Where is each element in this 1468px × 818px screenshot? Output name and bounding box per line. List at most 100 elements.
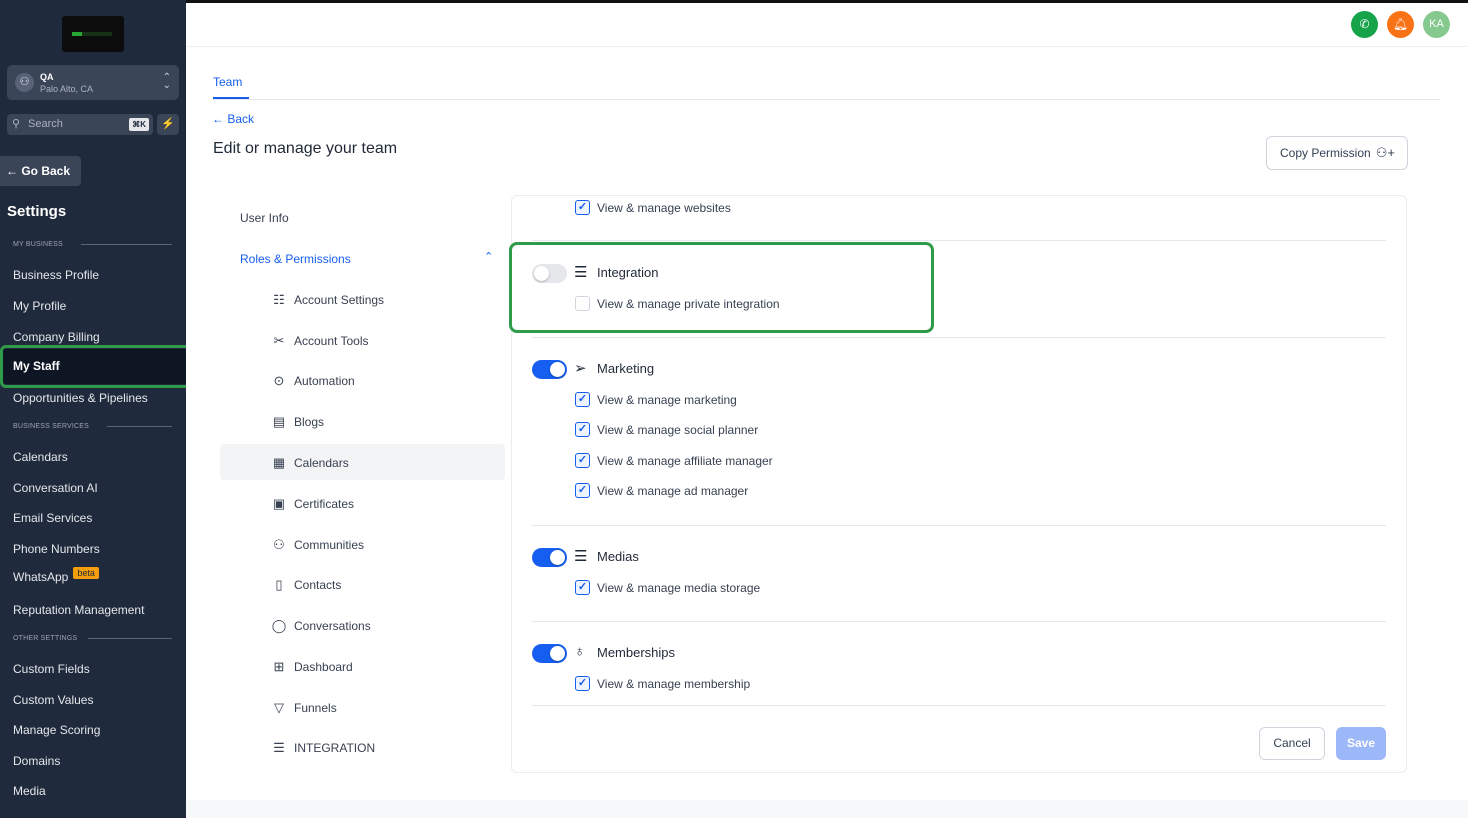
sidebar-item-phone-numbers[interactable]: Phone Numbers — [13, 542, 100, 556]
topbar: ✆ 🔔︎ KA — [186, 3, 1468, 47]
group-divider — [532, 240, 1386, 241]
nav-label: Automation — [294, 374, 355, 388]
search-shortcut: ⌘K — [129, 118, 149, 131]
nav-selected-background — [220, 444, 505, 480]
group-divider — [532, 705, 1386, 706]
page-title: Edit or manage your team — [213, 140, 398, 157]
nav-label: Account Tools — [294, 334, 369, 348]
nav-account-settings[interactable]: ☷ Account Settings — [273, 292, 384, 307]
main-content: Team ← Back Edit or manage your team Cop… — [186, 47, 1468, 818]
nav-communities[interactable]: ⚇ Communities — [273, 537, 365, 552]
highlight-box-integration — [509, 242, 934, 333]
toggle-memberships[interactable] — [532, 644, 567, 663]
checkbox-ad-manager[interactable]: ✓ — [575, 483, 590, 498]
tab-team[interactable]: Team — [213, 75, 242, 89]
checkbox-social-planner[interactable]: ✓ — [575, 422, 590, 437]
chevron-updown-icon: ⌃ ⌄ — [162, 72, 171, 91]
highlight-box-my-staff — [0, 345, 205, 388]
checkbox-affiliate-manager[interactable]: ✓ — [575, 453, 590, 468]
group-divider — [532, 525, 1386, 526]
permission-label: View & manage social planner — [597, 423, 759, 437]
save-button[interactable]: Save — [1336, 727, 1386, 760]
tab-bar-divider — [213, 99, 1440, 100]
sidebar-item-whatsapp[interactable]: WhatsApp beta — [13, 567, 99, 584]
nav-calendars[interactable]: ▦ Calendars — [273, 455, 349, 470]
checkbox-marketing[interactable]: ✓ — [575, 392, 590, 407]
back-link[interactable]: ← Back — [212, 112, 254, 126]
sidebar: ⚇ QA Palo Alto, CA ⌃ ⌄ ⚲ Search ⌘K ⚡ ← Go… — [0, 0, 202, 818]
checkbox-media-storage[interactable]: ✓ — [575, 580, 590, 595]
sidebar-item-calendars[interactable]: Calendars — [13, 450, 68, 464]
nav-user-info[interactable]: User Info — [240, 211, 289, 225]
sidebar-item-email-services[interactable]: Email Services — [13, 511, 92, 525]
group-divider — [532, 621, 1386, 622]
sidebar-item-domains[interactable]: Domains — [13, 754, 60, 768]
group-title-medias: Medias — [597, 549, 639, 564]
group-title-marketing: Marketing — [597, 361, 655, 376]
sidebar-item-business-profile[interactable]: Business Profile — [13, 268, 99, 282]
phone-icon[interactable]: ✆ — [1351, 11, 1378, 38]
nav-funnels[interactable]: ▽ Funnels — [274, 700, 337, 715]
nav-label: INTEGRATION — [294, 741, 376, 755]
cancel-button[interactable]: Cancel — [1259, 727, 1325, 760]
nav-certificates[interactable]: ▣ Certificates — [273, 496, 355, 511]
permission-label: View & manage websites — [597, 201, 731, 215]
location-address: Palo Alto, CA — [40, 84, 94, 94]
nav-account-tools[interactable]: ✂ Account Tools — [274, 333, 369, 348]
chat-bubble-icon: ◯ — [271, 618, 287, 633]
grid-icon: ⊞ — [273, 659, 285, 674]
sidebar-item-custom-values[interactable]: Custom Values — [13, 693, 93, 707]
search-icon: ⚲ — [12, 118, 21, 130]
location-name: QA — [40, 72, 54, 82]
beta-badge: beta — [73, 567, 99, 579]
sidebar-item-manage-scoring[interactable]: Manage Scoring — [13, 723, 100, 737]
quick-action-bolt-icon[interactable]: ⚡ — [157, 114, 179, 135]
go-back-button[interactable]: ← Go Back — [0, 156, 81, 186]
sidebar-item-reputation[interactable]: Reputation Management — [13, 603, 144, 617]
toggle-marketing[interactable] — [532, 360, 567, 379]
list-icon: ☰ — [273, 740, 285, 755]
toggle-medias[interactable] — [532, 548, 567, 567]
tab-active-indicator — [213, 97, 249, 99]
users-icon: ⚇ — [273, 537, 285, 552]
nav-conversations[interactable]: ◯ Conversations — [272, 618, 371, 633]
permission-label: View & manage media storage — [597, 581, 761, 595]
calendar-icon: ▦ — [272, 455, 286, 470]
logo — [62, 16, 124, 52]
sidebar-item-conversation-ai[interactable]: Conversation AI — [13, 481, 98, 495]
nav-integration[interactable]: ☰ INTEGRATION — [273, 740, 376, 755]
sidebar-item-my-profile[interactable]: My Profile — [13, 299, 66, 313]
bell-icon[interactable]: 🔔︎ — [1387, 11, 1414, 38]
sidebar-item-custom-fields[interactable]: Custom Fields — [13, 662, 90, 676]
copy-permission-button[interactable]: Copy Permission ⚇+ — [1266, 136, 1408, 170]
settings-sliders-icon: ☷ — [273, 292, 285, 307]
nav-automation[interactable]: ⊙ Automation — [274, 373, 355, 388]
nav-roles-permissions[interactable]: Roles & Permissions — [240, 252, 351, 266]
sidebar-item-opportunities[interactable]: Opportunities & Pipelines — [13, 391, 148, 405]
award-icon: ♁ — [574, 643, 586, 660]
checkbox-websites[interactable]: ✓ — [575, 200, 590, 215]
permission-label: View & manage affiliate manager — [597, 454, 773, 468]
search-placeholder: Search — [28, 118, 63, 130]
search-input[interactable]: ⚲ Search ⌘K — [7, 114, 153, 135]
nav-label: Certificates — [294, 497, 355, 511]
nav-blogs[interactable]: ▤ Blogs — [273, 414, 324, 429]
play-circle-icon: ⊙ — [273, 373, 285, 388]
section-divider — [107, 426, 172, 427]
nav-label: Contacts — [294, 578, 342, 592]
list-icon: ☰ — [574, 548, 588, 565]
nav-label: Dashboard — [294, 660, 353, 674]
section-label-other-settings: OTHER SETTINGS — [13, 635, 78, 642]
copy-permission-label: Copy Permission — [1280, 146, 1371, 160]
nav-label: Communities — [294, 538, 365, 552]
location-switcher[interactable]: ⚇ QA Palo Alto, CA ⌃ ⌄ — [7, 65, 179, 100]
nav-contacts[interactable]: ▯ Contacts — [275, 577, 342, 592]
avatar[interactable]: KA — [1423, 11, 1450, 38]
nav-dashboard[interactable]: ⊞ Dashboard — [274, 659, 353, 674]
nav-label: Conversations — [294, 619, 371, 633]
checkbox-membership[interactable]: ✓ — [575, 676, 590, 691]
chevron-up-icon[interactable]: ⌃ — [484, 250, 493, 263]
settings-title: Settings — [7, 203, 67, 220]
sidebar-item-media[interactable]: Media — [13, 784, 46, 798]
sidebar-item-company-billing[interactable]: Company Billing — [13, 330, 100, 344]
